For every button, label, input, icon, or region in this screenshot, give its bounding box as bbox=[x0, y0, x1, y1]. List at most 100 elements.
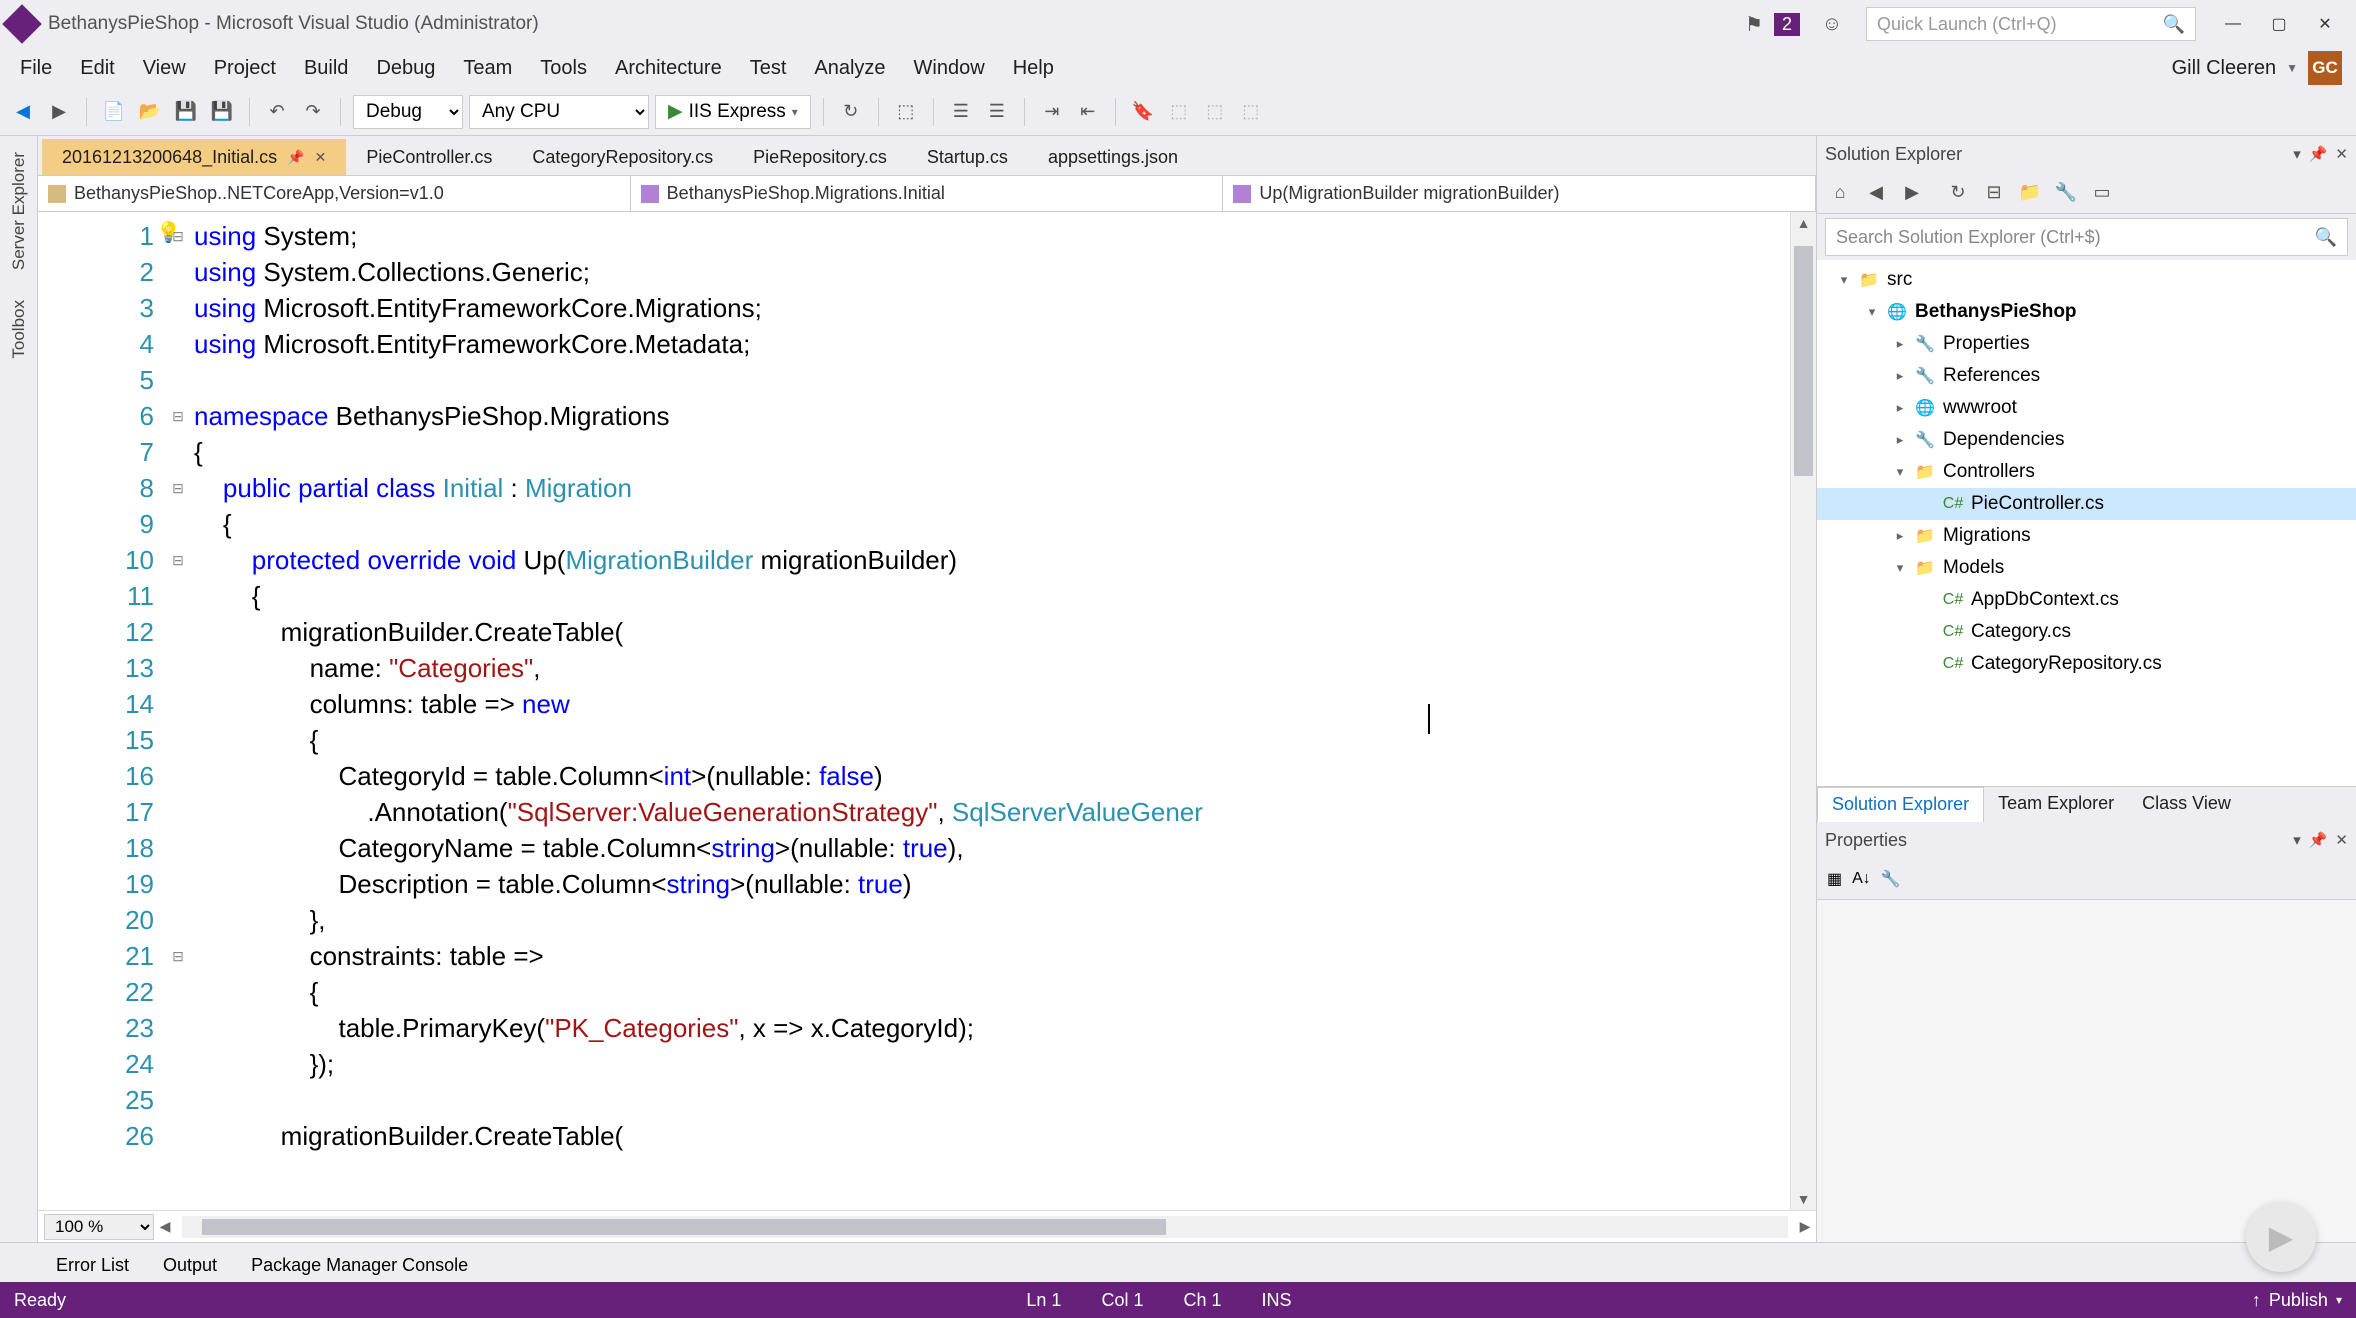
horizontal-scrollbar[interactable] bbox=[182, 1216, 1788, 1238]
panel-dropdown-icon[interactable]: ▾ bbox=[2293, 145, 2301, 163]
toolbox-tab[interactable]: Toolbox bbox=[7, 294, 31, 365]
outdent-button[interactable]: ⇤ bbox=[1073, 97, 1103, 127]
nav-forward-button[interactable]: ▶ bbox=[44, 97, 74, 127]
tree-node[interactable]: ▾📁Controllers bbox=[1817, 456, 2356, 488]
toolbar-btn-1[interactable]: ⬚ bbox=[891, 97, 921, 127]
zoom-select[interactable]: 100 % bbox=[44, 1214, 154, 1240]
play-overlay-icon[interactable]: ▶ bbox=[2246, 1202, 2316, 1272]
panel-pin-icon[interactable]: 📌 bbox=[2309, 145, 2328, 163]
home-icon[interactable]: ⌂ bbox=[1827, 180, 1853, 206]
vertical-scrollbar[interactable]: ▲ ▼ bbox=[1790, 212, 1816, 1210]
indent-button[interactable]: ⇥ bbox=[1037, 97, 1067, 127]
nav-back-button[interactable]: ◀ bbox=[8, 97, 38, 127]
pin-icon[interactable]: 📌 bbox=[287, 149, 304, 166]
back-icon[interactable]: ◀ bbox=[1863, 180, 1889, 206]
new-project-button[interactable]: 📄 bbox=[99, 97, 129, 127]
scroll-down-icon[interactable]: ▼ bbox=[1791, 1188, 1816, 1210]
flag-icon[interactable]: ⚑ bbox=[1740, 10, 1768, 38]
show-all-icon[interactable]: 📁 bbox=[2017, 180, 2043, 206]
tree-node[interactable]: ▾📁Models bbox=[1817, 552, 2356, 584]
tree-node[interactable]: ▸🔧Properties bbox=[1817, 328, 2356, 360]
menu-edit[interactable]: Edit bbox=[66, 51, 128, 86]
code-editor[interactable]: 💡 12345678910111213141516171819202122232… bbox=[38, 212, 1816, 1210]
tree-node[interactable]: ▸🔧Dependencies bbox=[1817, 424, 2356, 456]
close-button[interactable]: ✕ bbox=[2302, 7, 2348, 41]
project-dropdown[interactable]: BethanysPieShop..NETCoreApp,Version=v1.0 bbox=[38, 176, 631, 211]
user-avatar[interactable]: GC bbox=[2308, 51, 2342, 85]
tree-node[interactable]: C#PieController.cs bbox=[1817, 488, 2356, 520]
right-tab[interactable]: Solution Explorer bbox=[1817, 787, 1984, 822]
menu-architecture[interactable]: Architecture bbox=[601, 51, 736, 86]
property-pages-icon[interactable]: 🔧 bbox=[1881, 869, 1901, 889]
menu-file[interactable]: File bbox=[6, 51, 66, 86]
menu-help[interactable]: Help bbox=[999, 51, 1068, 86]
panel-pin-icon[interactable]: 📌 bbox=[2309, 831, 2328, 849]
menu-team[interactable]: Team bbox=[449, 51, 526, 86]
panel-dropdown-icon[interactable]: ▾ bbox=[2293, 831, 2301, 849]
menu-build[interactable]: Build bbox=[290, 51, 362, 86]
panel-close-icon[interactable]: ✕ bbox=[2335, 831, 2348, 849]
document-tab[interactable]: PieController.cs bbox=[346, 139, 512, 175]
save-all-button[interactable]: 💾 bbox=[207, 97, 237, 127]
notification-badge[interactable]: 2 bbox=[1774, 13, 1800, 36]
preview-icon[interactable]: ▭ bbox=[2089, 180, 2115, 206]
browser-link-button[interactable]: ↻ bbox=[836, 97, 866, 127]
document-tab[interactable]: 20161213200648_Initial.cs📌✕ bbox=[42, 139, 346, 175]
toolbar-btn-4[interactable]: ⬚ bbox=[1236, 97, 1266, 127]
toolbar-btn-3[interactable]: ⬚ bbox=[1200, 97, 1230, 127]
menu-tools[interactable]: Tools bbox=[526, 51, 601, 86]
output-tab[interactable]: Output bbox=[147, 1248, 233, 1282]
menu-debug[interactable]: Debug bbox=[362, 51, 449, 86]
menu-window[interactable]: Window bbox=[900, 51, 999, 86]
document-tab[interactable]: Startup.cs bbox=[907, 139, 1028, 175]
tree-node[interactable]: C#Category.cs bbox=[1817, 616, 2356, 648]
refresh-icon[interactable]: ↻ bbox=[1945, 180, 1971, 206]
quick-launch-input[interactable]: Quick Launch (Ctrl+Q) 🔍 bbox=[1866, 7, 2196, 41]
package-manager-tab[interactable]: Package Manager Console bbox=[235, 1248, 484, 1282]
close-icon[interactable]: ✕ bbox=[315, 149, 327, 166]
tree-node[interactable]: C#CategoryRepository.cs bbox=[1817, 648, 2356, 680]
tree-node[interactable]: ▸🌐wwwroot bbox=[1817, 392, 2356, 424]
menu-test[interactable]: Test bbox=[736, 51, 801, 86]
document-tab[interactable]: CategoryRepository.cs bbox=[512, 139, 733, 175]
run-button[interactable]: ▶IIS Express▾ bbox=[655, 95, 811, 129]
right-tab[interactable]: Team Explorer bbox=[1984, 787, 2128, 822]
scroll-right-icon[interactable]: ▶ bbox=[1794, 1216, 1816, 1238]
member-dropdown[interactable]: Up(MigrationBuilder migrationBuilder) bbox=[1223, 176, 1816, 211]
configuration-select[interactable]: Debug bbox=[353, 95, 463, 129]
tree-node[interactable]: C#AppDbContext.cs bbox=[1817, 584, 2356, 616]
panel-close-icon[interactable]: ✕ bbox=[2335, 145, 2348, 163]
menu-project[interactable]: Project bbox=[200, 51, 290, 86]
publish-button[interactable]: ↑Publish▾ bbox=[2252, 1290, 2342, 1311]
menu-view[interactable]: View bbox=[129, 51, 200, 86]
scroll-thumb[interactable] bbox=[1794, 246, 1813, 476]
class-dropdown[interactable]: BethanysPieShop.Migrations.Initial bbox=[631, 176, 1224, 211]
menu-analyze[interactable]: Analyze bbox=[800, 51, 899, 86]
scroll-left-icon[interactable]: ◀ bbox=[154, 1216, 176, 1238]
document-tab[interactable]: PieRepository.cs bbox=[733, 139, 907, 175]
undo-button[interactable]: ↶ bbox=[262, 97, 292, 127]
uncomment-button[interactable]: ☰ bbox=[982, 97, 1012, 127]
user-name[interactable]: Gill Cleeren bbox=[2172, 57, 2276, 80]
error-list-tab[interactable]: Error List bbox=[40, 1248, 145, 1282]
save-button[interactable]: 💾 bbox=[171, 97, 201, 127]
feedback-icon[interactable]: ☺ bbox=[1818, 10, 1846, 38]
right-tab[interactable]: Class View bbox=[2128, 787, 2245, 822]
solution-tree[interactable]: ▾📁src▾🌐BethanysPieShop▸🔧Properties▸🔧Refe… bbox=[1817, 260, 2356, 786]
tree-node[interactable]: ▾📁src bbox=[1817, 264, 2356, 296]
comment-button[interactable]: ☰ bbox=[946, 97, 976, 127]
alphabetical-icon[interactable]: A↓ bbox=[1852, 870, 1871, 888]
scroll-up-icon[interactable]: ▲ bbox=[1791, 212, 1816, 234]
user-dropdown-icon[interactable]: ▼ bbox=[2286, 61, 2298, 75]
bookmark-button[interactable]: 🔖 bbox=[1128, 97, 1158, 127]
properties-icon[interactable]: 🔧 bbox=[2053, 180, 2079, 206]
tree-node[interactable]: ▸📁Migrations bbox=[1817, 520, 2356, 552]
maximize-button[interactable]: ▢ bbox=[2256, 7, 2302, 41]
categorized-icon[interactable]: ▦ bbox=[1827, 869, 1842, 889]
open-file-button[interactable]: 📂 bbox=[135, 97, 165, 127]
minimize-button[interactable]: — bbox=[2210, 7, 2256, 41]
lightbulb-icon[interactable]: 💡 bbox=[156, 220, 181, 245]
redo-button[interactable]: ↷ bbox=[298, 97, 328, 127]
collapse-all-icon[interactable]: ⊟ bbox=[1981, 180, 2007, 206]
tree-node[interactable]: ▸🔧References bbox=[1817, 360, 2356, 392]
